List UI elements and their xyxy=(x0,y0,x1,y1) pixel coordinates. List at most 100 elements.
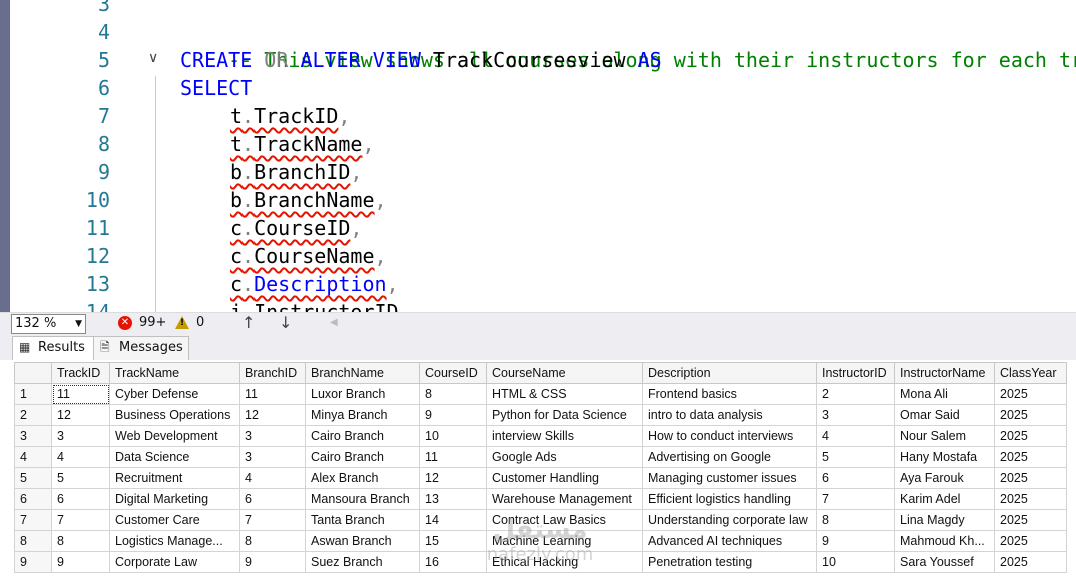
error-icon[interactable]: ✕ xyxy=(118,316,132,330)
table-row[interactable]: 5 5 Recruitment 4 Alex Branch 12 Customer Hand… xyxy=(14,467,1067,489)
table-row[interactable]: 6 6 Digital Marketing 6 Mansoura Branch 13 War… xyxy=(14,488,1067,510)
column-header[interactable]: ClassYear xyxy=(994,362,1067,384)
table-cell[interactable]: 2025 xyxy=(994,404,1067,426)
code-line-column[interactable]: t.TrackID, xyxy=(230,102,350,130)
code-line-column[interactable]: c.CourseName, xyxy=(230,242,387,270)
table-cell[interactable]: 9 xyxy=(51,551,110,573)
table-cell[interactable]: Business Operations xyxy=(109,404,240,426)
code-line-column[interactable]: b.BranchName, xyxy=(230,186,387,214)
table-cell[interactable]: 5 xyxy=(51,467,110,489)
table-cell[interactable]: 2025 xyxy=(994,383,1067,405)
table-cell[interactable]: 5 xyxy=(816,446,895,468)
code-line-column[interactable]: c.CourseID, xyxy=(230,214,362,242)
table-cell[interactable]: 6 xyxy=(239,488,306,510)
column-header[interactable]: InstructorID xyxy=(816,362,895,384)
table-cell[interactable]: Aswan Branch xyxy=(305,530,420,552)
table-cell[interactable]: 11 xyxy=(51,383,110,405)
row-number-cell[interactable]: 7 xyxy=(14,509,52,531)
table-cell[interactable]: Mona Ali xyxy=(894,383,995,405)
table-cell[interactable]: 2 xyxy=(816,383,895,405)
table-cell[interactable]: Understanding corporate law xyxy=(642,509,817,531)
table-cell[interactable]: 7 xyxy=(239,509,306,531)
table-cell[interactable]: 9 xyxy=(239,551,306,573)
table-cell[interactable]: 11 xyxy=(419,446,487,468)
row-number-cell[interactable]: 4 xyxy=(14,446,52,468)
table-cell[interactable]: Customer Care xyxy=(109,509,240,531)
table-cell[interactable]: 12 xyxy=(51,404,110,426)
table-cell[interactable]: Luxor Branch xyxy=(305,383,420,405)
table-cell[interactable]: Web Development xyxy=(109,425,240,447)
tab-messages[interactable]: 🗎 Messages xyxy=(93,336,189,361)
table-cell[interactable]: Karim Adel xyxy=(894,488,995,510)
table-cell[interactable]: Corporate Law xyxy=(109,551,240,573)
table-cell[interactable]: Cairo Branch xyxy=(305,446,420,468)
table-cell[interactable]: 2025 xyxy=(994,551,1067,573)
row-number-cell[interactable]: 2 xyxy=(14,404,52,426)
table-cell[interactable]: 3 xyxy=(239,425,306,447)
table-cell[interactable]: Warehouse Management xyxy=(486,488,643,510)
table-cell[interactable]: Nour Salem xyxy=(894,425,995,447)
table-cell[interactable]: Customer Handling xyxy=(486,467,643,489)
arrow-down-icon[interactable]: ↓ xyxy=(279,313,292,332)
table-cell[interactable]: 8 xyxy=(51,530,110,552)
table-cell[interactable]: 3 xyxy=(239,446,306,468)
table-cell[interactable]: 7 xyxy=(816,488,895,510)
table-cell[interactable]: 3 xyxy=(51,425,110,447)
table-cell[interactable]: Efficient logistics handling xyxy=(642,488,817,510)
table-cell[interactable]: 2025 xyxy=(994,488,1067,510)
column-header[interactable]: Description xyxy=(642,362,817,384)
table-cell[interactable]: Penetration testing xyxy=(642,551,817,573)
code-line-create[interactable]: CREATE OR ALTER VIEW TrackCoursesview AS xyxy=(180,46,662,74)
zoom-dropdown[interactable]: 132 % ▼ xyxy=(11,314,86,334)
table-cell[interactable]: Mansoura Branch xyxy=(305,488,420,510)
table-cell[interactable]: 6 xyxy=(816,467,895,489)
table-cell[interactable]: 10 xyxy=(419,425,487,447)
table-cell[interactable]: 3 xyxy=(816,404,895,426)
table-cell[interactable]: Digital Marketing xyxy=(109,488,240,510)
table-cell[interactable]: Tanta Branch xyxy=(305,509,420,531)
table-cell[interactable]: 2025 xyxy=(994,446,1067,468)
table-cell[interactable]: 8 xyxy=(419,383,487,405)
table-cell[interactable]: Alex Branch xyxy=(305,467,420,489)
table-cell[interactable]: Mahmoud Kh... xyxy=(894,530,995,552)
column-header[interactable]: BranchID xyxy=(239,362,306,384)
table-cell[interactable]: 2025 xyxy=(994,509,1067,531)
table-cell[interactable]: 9 xyxy=(816,530,895,552)
table-cell[interactable]: Minya Branch xyxy=(305,404,420,426)
column-header[interactable]: InstructorName xyxy=(894,362,995,384)
table-cell[interactable]: intro to data analysis xyxy=(642,404,817,426)
row-number-cell[interactable]: 1 xyxy=(14,383,52,405)
table-cell[interactable]: 8 xyxy=(239,530,306,552)
table-cell[interactable]: Python for Data Science xyxy=(486,404,643,426)
table-cell[interactable]: How to conduct interviews xyxy=(642,425,817,447)
code-line-select[interactable]: SELECT xyxy=(180,74,252,102)
table-cell[interactable]: interview Skills xyxy=(486,425,643,447)
table-cell[interactable]: HTML & CSS xyxy=(486,383,643,405)
row-number-cell[interactable]: 8 xyxy=(14,530,52,552)
warning-count[interactable]: 0 xyxy=(196,315,204,330)
table-row[interactable]: 4 4 Data Science 3 Cairo Branch 11 Google Ads A… xyxy=(14,446,1067,468)
table-cell[interactable]: 8 xyxy=(816,509,895,531)
row-number-cell[interactable]: 9 xyxy=(14,551,52,573)
row-number-header[interactable] xyxy=(14,362,52,384)
table-cell[interactable]: Advanced AI techniques xyxy=(642,530,817,552)
table-cell[interactable]: 7 xyxy=(51,509,110,531)
row-number-cell[interactable]: 3 xyxy=(14,425,52,447)
code-line-column[interactable]: i.InstructorID xyxy=(230,298,399,312)
table-cell[interactable]: Hany Mostafa xyxy=(894,446,995,468)
table-cell[interactable]: Aya Farouk xyxy=(894,467,995,489)
row-number-cell[interactable]: 5 xyxy=(14,467,52,489)
tab-results[interactable]: ▦ Results xyxy=(12,336,94,361)
table-row[interactable]: 1 11 Cyber Defense 11 Luxor Branch 8 HTML & CS… xyxy=(14,383,1067,405)
table-cell[interactable]: Lina Magdy xyxy=(894,509,995,531)
table-row[interactable]: 3 3 Web Development 3 Cairo Branch 10 intervie… xyxy=(14,425,1067,447)
column-header[interactable]: TrackID xyxy=(51,362,110,384)
table-cell[interactable]: 10 xyxy=(816,551,895,573)
code-line-column[interactable]: t.TrackName, xyxy=(230,130,375,158)
column-header[interactable]: TrackName xyxy=(109,362,240,384)
table-cell[interactable]: 2025 xyxy=(994,530,1067,552)
table-cell[interactable]: Data Science xyxy=(109,446,240,468)
table-cell[interactable]: Cyber Defense xyxy=(109,383,240,405)
column-header[interactable]: CourseID xyxy=(419,362,487,384)
table-cell[interactable]: 12 xyxy=(239,404,306,426)
